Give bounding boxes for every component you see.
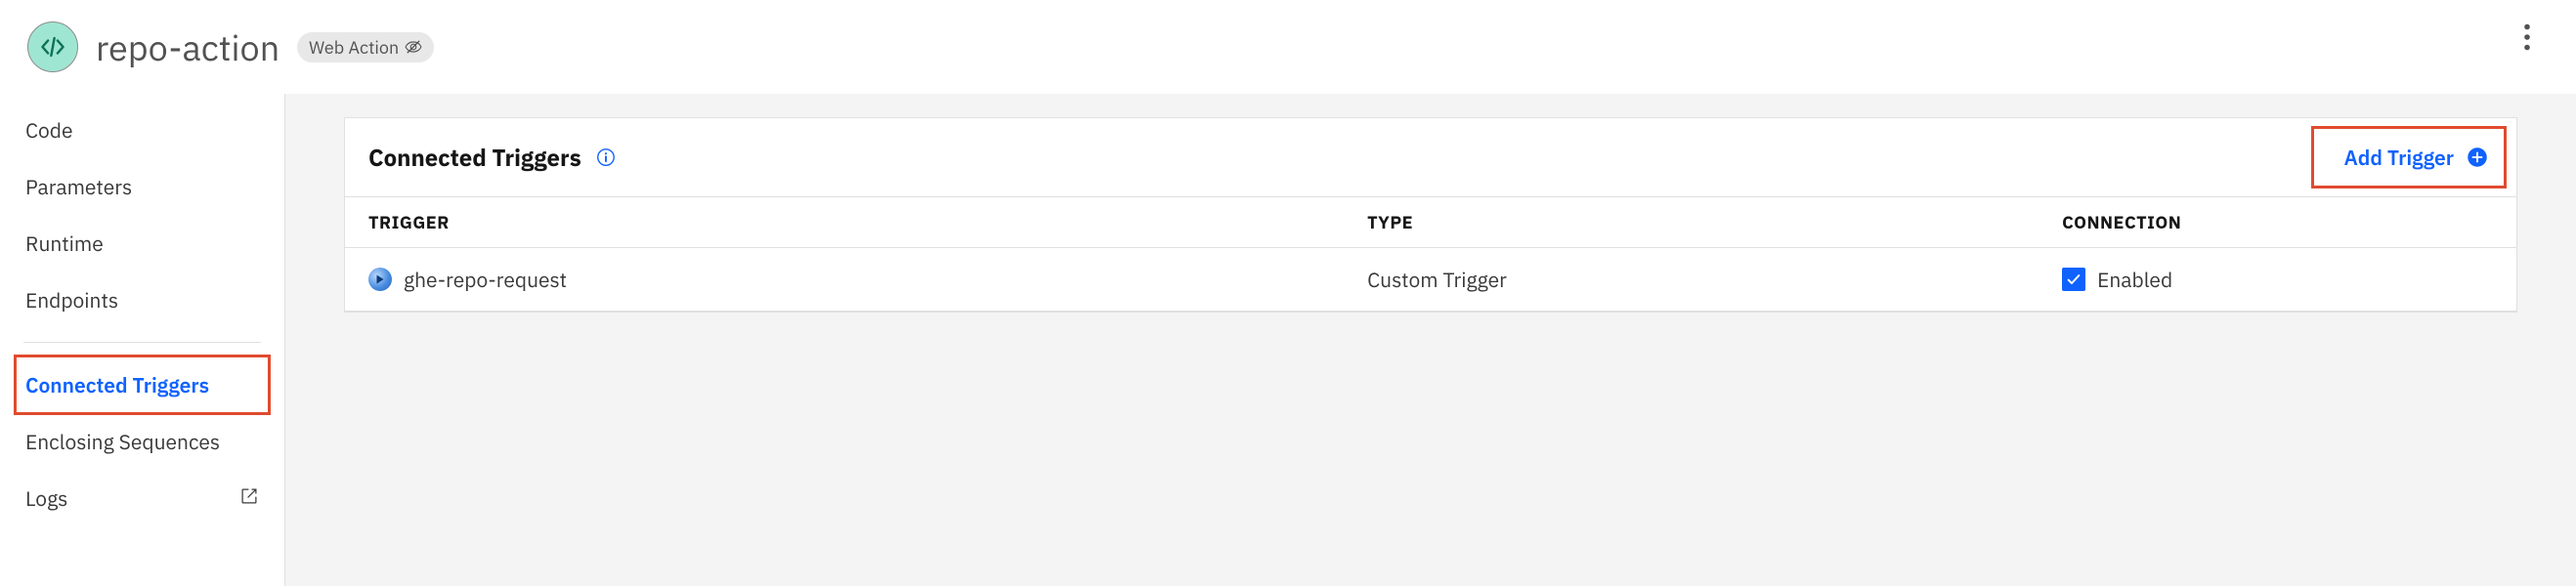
sidebar-item-connected-triggers[interactable]: Connected Triggers [0, 356, 284, 413]
overflow-menu-button[interactable] [2515, 16, 2539, 63]
connection-label: Enabled [2097, 266, 2172, 293]
sidebar: Code Parameters Runtime Endpoints Connec… [0, 94, 285, 586]
visibility-off-icon [405, 38, 422, 56]
sidebar-item-label: Runtime [25, 230, 104, 257]
column-header-trigger: TRIGGER [345, 197, 1344, 248]
sidebar-item-label: Code [25, 116, 73, 144]
sidebar-divider [23, 342, 261, 343]
action-type-icon [27, 21, 78, 72]
connection-checkbox[interactable] [2062, 268, 2085, 291]
sidebar-item-label: Parameters [25, 173, 132, 200]
info-icon[interactable] [595, 146, 617, 168]
trigger-type-icon [368, 268, 392, 291]
sidebar-item-label: Logs [25, 484, 67, 512]
page-title: repo-action [96, 24, 279, 70]
sidebar-item-label: Endpoints [25, 286, 118, 314]
sidebar-item-runtime[interactable]: Runtime [0, 215, 284, 272]
sidebar-item-enclosing-sequences[interactable]: Enclosing Sequences [0, 413, 284, 470]
main-content: Connected Triggers Add Trigger [285, 94, 2576, 586]
column-header-type: TYPE [1344, 197, 2039, 248]
external-link-icon [239, 484, 259, 512]
kebab-icon [2523, 23, 2531, 51]
add-trigger-button[interactable]: Add Trigger [2340, 136, 2493, 179]
connected-triggers-panel: Connected Triggers Add Trigger [344, 117, 2517, 313]
sidebar-item-label: Connected Triggers [25, 371, 209, 398]
sidebar-item-logs[interactable]: Logs [0, 470, 284, 526]
trigger-name: ghe-repo-request [404, 266, 567, 293]
panel-header: Connected Triggers Add Trigger [345, 118, 2516, 196]
trigger-type: Custom Trigger [1367, 266, 1507, 293]
column-header-connection: CONNECTION [2039, 197, 2516, 248]
sidebar-item-parameters[interactable]: Parameters [0, 158, 284, 215]
triggers-table: TRIGGER TYPE CONNECTION ghe-repo-reques [345, 196, 2516, 312]
table-row[interactable]: ghe-repo-request Custom Trigger Ena [345, 248, 2516, 312]
code-slash-icon [40, 34, 65, 60]
add-trigger-label: Add Trigger [2344, 144, 2454, 171]
panel-title: Connected Triggers [368, 142, 581, 173]
sidebar-item-endpoints[interactable]: Endpoints [0, 272, 284, 328]
web-action-chip-label: Web Action [309, 36, 399, 59]
sidebar-item-label: Enclosing Sequences [25, 428, 220, 455]
sidebar-item-code[interactable]: Code [0, 102, 284, 158]
plus-circle-icon [2466, 146, 2489, 169]
page-header: repo-action Web Action [0, 0, 2576, 94]
web-action-chip: Web Action [297, 32, 434, 63]
